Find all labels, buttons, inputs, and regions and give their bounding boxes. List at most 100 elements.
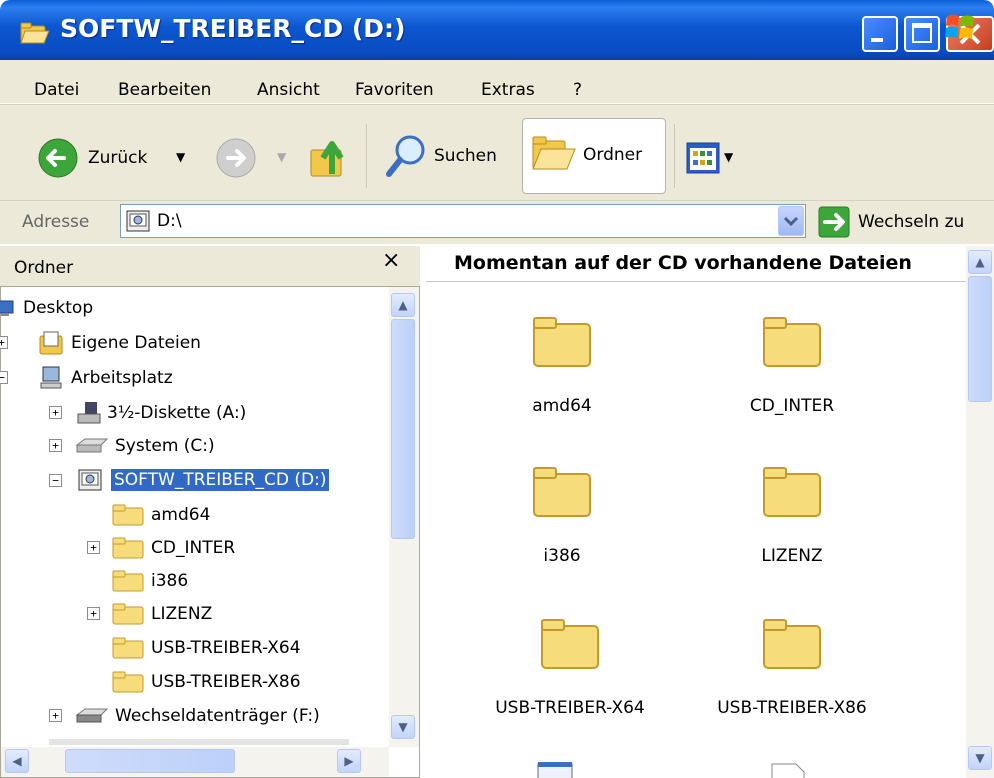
scroll-up-button[interactable]: ▲ [391,293,415,317]
folder-icon [112,671,144,693]
folder-tree-hscroll[interactable]: ◀ ▶ [1,747,389,777]
scroll-down-button[interactable]: ▼ [391,715,415,739]
tree-item-folder[interactable]: LIZENZ [111,599,212,629]
menu-ansicht[interactable]: Ansicht [257,80,320,100]
menu-datei[interactable]: Datei [34,80,79,100]
scroll-up-button[interactable]: ▲ [968,250,992,274]
tree-item-cd-drive[interactable]: SOFTW_TREIBER_CD (D:) [77,465,330,495]
collapse-toggle[interactable]: − [0,371,8,384]
file-list-vscroll[interactable]: ▲ ▼ [966,246,994,778]
tree-item-folder[interactable]: i386 [111,566,188,596]
back-dropdown-icon[interactable]: ▼ [176,150,185,164]
tree-item-label: LIZENZ [151,604,213,624]
menu-bearbeiten-label: Bearbeiten [118,80,212,100]
file-item-label: i386 [543,546,581,566]
tree-item-my-documents[interactable]: Eigene Dateien [37,328,201,358]
tree-item-folder[interactable]: amd64 [111,500,210,530]
tree-item-partial [49,739,349,745]
folder-icon [763,619,821,669]
folder-icon [112,637,144,659]
views-dropdown-icon[interactable]: ▼ [724,150,733,164]
menu-favoriten[interactable]: Favoriten [355,80,434,100]
collapse-toggle[interactable]: − [49,474,62,487]
search-icon [386,135,425,177]
expand-toggle[interactable]: + [49,406,62,419]
forward-dropdown-icon[interactable]: ▼ [277,150,286,164]
toolbar-separator [674,124,676,188]
toolbar-separator [366,124,368,188]
back-label: Zurück [88,148,148,168]
removable-drive-icon [75,708,109,723]
address-input[interactable]: D:\ [120,204,806,238]
tree-item-my-computer[interactable]: Arbeitsplatz [37,363,173,393]
address-value: D:\ [157,211,182,231]
windows-logo-icon [945,14,974,39]
expand-toggle[interactable]: + [87,541,100,554]
expand-toggle[interactable]: + [0,336,8,349]
tree-item-label: 3½-Diskette (A:) [107,403,247,423]
menu-ansicht-label: Ansicht [257,80,320,100]
search-label: Suchen [434,146,497,166]
file-item-label: amd64 [532,396,592,416]
notepad-icon [537,762,573,778]
go-button[interactable]: Wechseln zu [818,204,988,240]
search-button[interactable]: Suchen [384,132,514,182]
address-dropdown-button[interactable] [778,206,804,236]
scroll-right-button[interactable]: ▶ [337,749,361,773]
menu-help[interactable]: ? [573,80,582,100]
menu-favoriten-label: Favoriten [355,80,434,100]
open-folder-icon [20,22,50,44]
folder-icon [112,537,144,559]
scroll-down-button[interactable]: ▼ [968,746,992,770]
tree-item-desktop[interactable]: Desktop [0,293,93,323]
forward-button[interactable] [214,136,258,180]
folders-button[interactable]: Ordner [522,118,666,194]
tree-item-system-drive[interactable]: System (C:) [75,431,215,461]
expand-toggle[interactable]: + [49,439,62,452]
tree-item-label: Wechseldatenträger (F:) [115,706,320,726]
scroll-thumb[interactable] [968,276,992,402]
expand-toggle[interactable]: + [87,607,100,620]
file-item-folder[interactable]: USB-TREIBER-X64 [470,616,670,718]
close-icon[interactable]: × [382,248,400,273]
file-item-folder[interactable]: amd64 [462,314,662,416]
file-item-folder[interactable]: LIZENZ [692,464,892,566]
folder-icon [533,467,591,517]
folder-icon [541,619,599,669]
scroll-thumb[interactable] [391,319,415,539]
tree-item-label: USB-TREIBER-X64 [151,638,301,658]
chevron-down-icon [783,216,799,227]
views-button[interactable]: ▼ [684,138,754,178]
scroll-left-button[interactable]: ◀ [5,749,29,773]
back-button[interactable]: Zurück ▼ [36,136,206,180]
tree-item-label: CD_INTER [151,538,236,558]
file-item-folder[interactable]: USB-TREIBER-X86 [692,616,892,718]
folder-icon [533,317,591,367]
folder-pane-title: Ordner [14,258,74,278]
scroll-thumb[interactable] [65,749,235,773]
file-item-folder[interactable]: i386 [462,464,662,566]
floppy-icon [77,402,101,424]
content-title: Momentan auf der CD vorhandene Dateien [454,252,912,274]
maximize-icon [912,23,932,43]
expand-toggle[interactable]: + [49,709,62,722]
menu-extras[interactable]: Extras [481,80,535,100]
menu-bearbeiten[interactable]: Bearbeiten [118,80,211,100]
tree-item-floppy[interactable]: 3½-Diskette (A:) [75,398,246,428]
minimize-button[interactable] [862,16,898,52]
go-arrow-icon [818,206,850,238]
folder-tree-vscroll[interactable]: ▲ ▼ [389,287,419,747]
tree-item-folder[interactable]: USB-TREIBER-X64 [111,633,301,663]
folders-label: Ordner [583,145,643,165]
tree-item-label: amd64 [151,505,211,525]
tree-item-folder[interactable]: USB-TREIBER-X86 [111,667,301,697]
folder-icon [112,603,144,625]
desktop-icon [0,300,14,316]
tree-item-removable-drive[interactable]: Wechseldatenträger (F:) [75,701,320,731]
tree-item-folder[interactable]: CD_INTER [111,533,235,563]
maximize-button[interactable] [904,16,940,52]
up-button[interactable] [308,136,354,182]
back-arrow-icon [38,138,78,178]
file-item-folder[interactable]: CD_INTER [692,314,892,416]
folder-pane-header: Ordner × [0,246,420,286]
